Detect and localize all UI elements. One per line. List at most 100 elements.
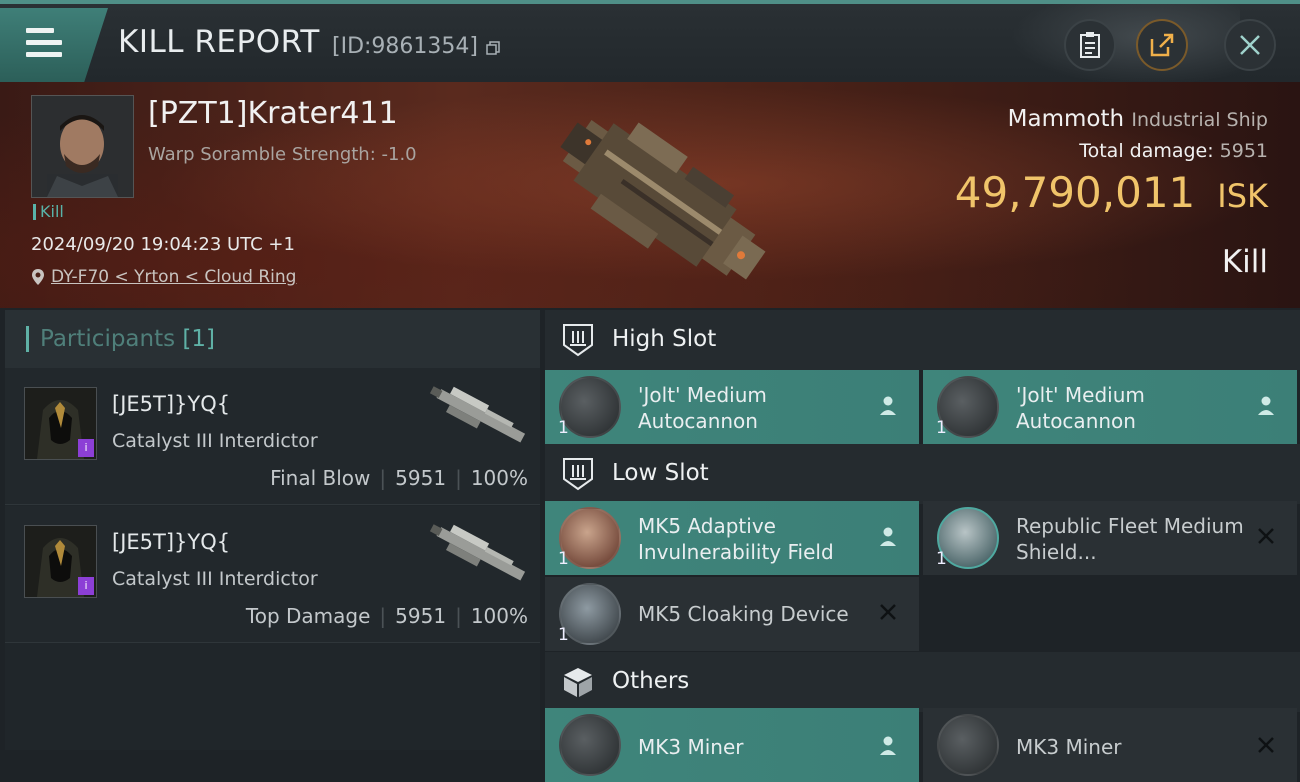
module-quantity: 1 <box>936 549 947 569</box>
ship-render <box>560 120 766 280</box>
module-quantity: 1 <box>558 549 569 569</box>
participant-avatar[interactable]: i <box>24 387 97 460</box>
cargo-box-icon <box>564 668 592 697</box>
module-name: MK5 Adaptive Invulnerability Field <box>638 514 834 564</box>
low-slot-header: Low Slot <box>545 444 1300 504</box>
close-icon <box>1240 35 1260 55</box>
participant-damage: 5951 <box>395 604 447 628</box>
dropped-person-icon <box>880 736 896 755</box>
page-title: KILL REPORT <box>118 24 320 60</box>
fitting-panel: High Slot 1 'Jolt' Medium Autocannon 1 '… <box>545 310 1300 782</box>
header-decoration <box>1010 4 1240 86</box>
participant-percent: 100% <box>470 604 528 628</box>
destroyed-x-icon <box>1258 737 1274 753</box>
total-damage-value: 5951 <box>1219 140 1268 162</box>
dropped-person-icon <box>1258 396 1274 415</box>
module-item[interactable]: 1 'Jolt' Medium Autocannon <box>923 370 1297 444</box>
module-quantity: 1 <box>558 418 569 438</box>
stat-divider: | <box>455 604 462 628</box>
dropped-person-icon <box>880 527 896 546</box>
high-slot-icon <box>563 324 593 357</box>
module-item[interactable]: 1 Republic Fleet Medium Shield... <box>923 501 1297 575</box>
location-pin-icon <box>32 269 44 285</box>
total-damage-label: Total damage: <box>1079 140 1214 162</box>
participant-role: Top Damage <box>245 604 371 628</box>
location-link[interactable]: DY-F70 < Yrton < Cloud Ring <box>51 267 296 287</box>
copy-icon[interactable] <box>486 41 500 55</box>
rank-badge: i <box>78 439 94 457</box>
dropped-person-icon <box>880 396 896 415</box>
participant-name[interactable]: [JE5T]}YQ{ <box>112 392 230 416</box>
module-name: MK5 Cloaking Device <box>638 602 849 626</box>
ship-name: Mammoth <box>1007 106 1125 132</box>
participant-ship-image <box>429 524 526 581</box>
module-name: Republic Fleet Medium Shield... <box>1016 514 1244 564</box>
victim-banner: [PZT1]Krater411 Warp Soramble Strength: … <box>0 82 1300 308</box>
module-name: MK3 Miner <box>638 735 744 759</box>
participants-panel: Participants [1] i [JE5T]}YQ{ Catalyst I… <box>5 310 540 750</box>
high-slot-header: High Slot <box>545 310 1300 370</box>
low-slot-icon <box>563 458 593 491</box>
module-name: MK3 Miner <box>1016 735 1122 759</box>
ship-type: Mammoth Industrial Ship <box>1008 106 1268 132</box>
others-header: Others <box>545 652 1300 712</box>
warp-scramble-strength: Warp Soramble Strength: -1.0 <box>148 144 417 165</box>
ship-class: Industrial Ship <box>1131 109 1268 131</box>
high-slot-label: High Slot <box>612 326 717 352</box>
isk-value: 49,790,011 ISK <box>955 168 1268 217</box>
kill-result: Kill <box>1221 244 1268 280</box>
participants-header[interactable]: Participants [1] <box>5 310 540 368</box>
module-item[interactable]: 1 MK5 Adaptive Invulnerability Field <box>545 501 919 575</box>
miner-icon <box>559 714 621 776</box>
kill-location[interactable]: DY-F70 < Yrton < Cloud Ring <box>31 267 296 287</box>
isk-unit: ISK <box>1217 177 1268 215</box>
participants-title: Participants [1] <box>40 326 215 352</box>
destroyed-x-icon <box>1258 528 1274 544</box>
top-bar: KILL REPORT [ID:9861354] <box>0 0 1300 86</box>
participant-row[interactable]: i [JE5T]}YQ{ Catalyst III Interdictor Fi… <box>5 368 540 505</box>
participant-percent: 100% <box>470 466 528 490</box>
miner-icon <box>937 714 999 776</box>
isk-amount: 49,790,011 <box>954 168 1196 217</box>
module-quantity: 1 <box>558 625 569 645</box>
low-slot-label: Low Slot <box>612 460 709 486</box>
module-item[interactable]: 1 'Jolt' Medium Autocannon <box>545 370 919 444</box>
module-item[interactable]: 1 MK5 Cloaking Device <box>545 577 919 651</box>
participant-name[interactable]: [JE5T]}YQ{ <box>112 530 230 554</box>
stat-divider: | <box>379 466 387 490</box>
report-id: [ID:9861354] <box>332 34 478 59</box>
participants-count: [1] <box>182 326 216 352</box>
kill-datetime: 2024/09/20 19:04:23 UTC +1 <box>31 234 295 255</box>
clipboard-icon <box>1080 32 1100 58</box>
close-button[interactable] <box>1224 19 1276 71</box>
pilot-avatar <box>32 96 133 197</box>
destroyed-x-icon <box>880 604 896 620</box>
participant-stats: Top Damage | 5951 | 100% <box>246 604 528 628</box>
victim-name[interactable]: [PZT1]Krater411 <box>148 96 398 131</box>
clipboard-button[interactable] <box>1064 19 1116 71</box>
participant-stats: Final Blow | 5951 | 100% <box>270 466 528 490</box>
menu-button[interactable] <box>0 8 108 82</box>
participant-damage: 5951 <box>395 466 447 490</box>
module-item[interactable]: MK3 Miner <box>923 708 1297 782</box>
victim-portrait[interactable] <box>31 95 134 198</box>
total-damage: Total damage: 5951 <box>1079 140 1268 162</box>
participant-row[interactable]: i [JE5T]}YQ{ Catalyst III Interdictor To… <box>5 506 540 643</box>
others-label: Others <box>612 668 690 694</box>
participant-avatar[interactable]: i <box>24 525 97 598</box>
rank-badge: i <box>78 577 94 595</box>
share-button[interactable] <box>1136 19 1188 71</box>
stat-divider: | <box>455 466 462 490</box>
participant-role: Final Blow <box>270 466 371 490</box>
participant-ship: Catalyst III Interdictor <box>112 430 318 452</box>
header-accent-bar <box>26 326 29 352</box>
module-name: 'Jolt' Medium Autocannon <box>638 383 767 433</box>
kill-tag: Kill <box>33 204 64 220</box>
participant-ship-image <box>429 386 526 443</box>
participant-ship: Catalyst III Interdictor <box>112 568 318 590</box>
module-name: 'Jolt' Medium Autocannon <box>1016 383 1145 433</box>
stat-divider: | <box>379 604 387 628</box>
module-quantity: 1 <box>936 418 947 438</box>
module-item[interactable]: MK3 Miner <box>545 708 919 782</box>
participants-label: Participants <box>40 326 176 352</box>
